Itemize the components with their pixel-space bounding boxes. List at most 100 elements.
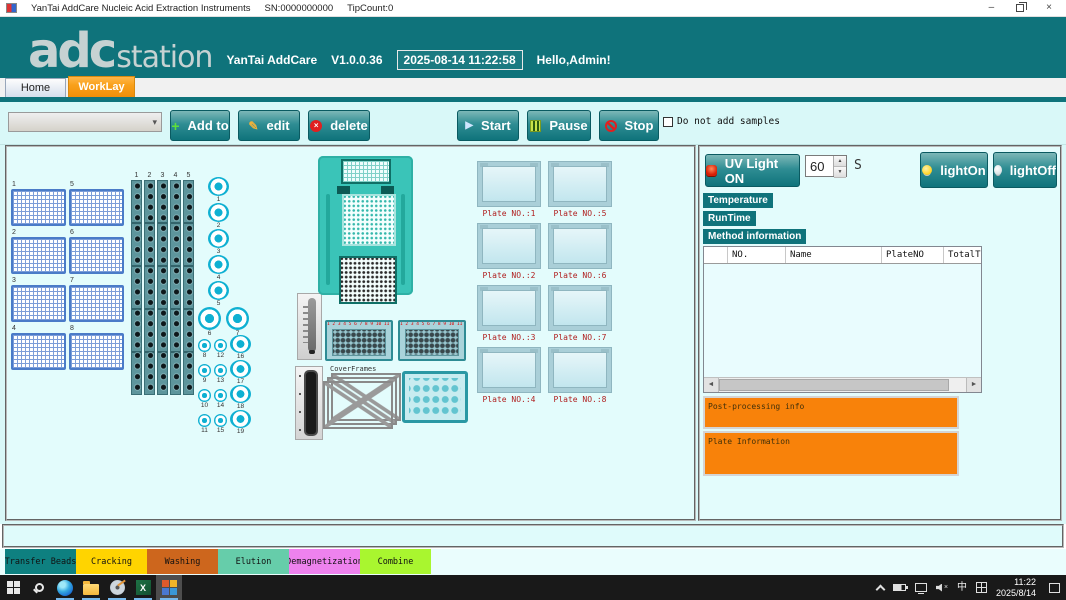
plate-slot[interactable]: Plate NO.:4 [477,347,548,409]
tip-rack[interactable] [157,180,168,395]
position-circle[interactable] [198,389,211,402]
sample-plate[interactable] [11,189,66,226]
close-button[interactable]: × [1046,3,1052,13]
taskbar-adc-app[interactable] [156,575,182,600]
plate-slot-box[interactable] [548,223,612,269]
position-circle[interactable] [208,255,229,274]
position-circle[interactable] [198,307,221,330]
plate-slot[interactable]: Plate NO.:5 [548,161,619,223]
plate-slot-box[interactable] [477,161,541,207]
spinner-down-icon[interactable]: ▼ [834,167,846,178]
maximize-button[interactable] [1016,4,1024,12]
light-on-button[interactable]: lightOn [920,152,988,188]
add-button[interactable]: + Add to [170,110,230,141]
magnet-comb[interactable] [297,293,322,360]
checkbox-box[interactable] [663,117,673,127]
cover-frames-stack[interactable] [323,373,403,431]
tab-home[interactable]: Home [5,78,66,97]
minimize-button[interactable]: – [989,3,995,13]
sample-plate[interactable] [69,285,124,322]
table-hscrollbar[interactable]: ◄ ► [704,377,981,392]
method-dropdown[interactable]: ▾ [8,112,162,132]
position-circle[interactable] [198,364,211,377]
position-circle[interactable] [208,281,229,300]
checkbox-no-samples[interactable]: Do not add samples [663,116,780,127]
taskbar-edge[interactable] [52,575,78,600]
position-circle[interactable] [230,385,251,403]
position-circle[interactable] [214,339,227,352]
scroll-left-icon[interactable]: ◄ [704,378,719,392]
plate-slot[interactable]: Plate NO.:6 [548,223,619,285]
notification-center-icon[interactable] [1049,583,1060,593]
position-circle[interactable] [198,339,211,352]
position-circle[interactable] [230,360,251,378]
position-circle[interactable] [208,203,229,222]
taskbar-app-cd[interactable] [104,575,130,600]
uv-seconds-value[interactable]: 60 [806,156,833,176]
sample-plate[interactable] [69,333,124,370]
plate-slot[interactable]: Plate NO.:2 [477,223,548,285]
position-circle[interactable] [214,389,227,402]
plate-slot[interactable]: Plate NO.:1 [477,161,548,223]
stop-button[interactable]: Stop [599,110,659,141]
plate-slot-box[interactable] [548,285,612,331]
uv-light-button[interactable]: UV Light ON [705,154,800,187]
ime-grid-icon[interactable] [976,582,987,593]
scroll-right-icon[interactable]: ► [966,378,981,392]
position-circle[interactable] [230,410,251,428]
plate-slot-box[interactable] [477,285,541,331]
ime-language-indicator[interactable]: 中 [957,582,967,594]
battery-icon[interactable] [893,584,906,591]
position-circle[interactable] [226,307,249,330]
instrument-top-plate [341,159,391,184]
magnet-slot-module[interactable] [295,366,323,440]
plate-slot-box[interactable] [548,347,612,393]
tip-rack[interactable] [144,180,155,395]
light-off-button[interactable]: lightOff [993,152,1057,188]
start-button[interactable]: ▶ Start [457,110,519,141]
runtime-badge[interactable]: RunTime [703,211,756,226]
tip-rack[interactable] [183,180,194,395]
position-circle[interactable] [214,414,227,427]
volume-muted-icon[interactable]: × [936,583,948,593]
plate-slot[interactable]: Plate NO.:3 [477,285,548,347]
clock[interactable]: 11:22 2025/8/14 [996,577,1036,599]
network-icon[interactable] [915,583,927,592]
scrollbar-thumb[interactable] [719,379,949,391]
delete-button[interactable]: × delete [308,110,370,141]
position-circle[interactable] [208,229,229,248]
well-plate-2[interactable]: 1 2 3 4 5 6 7 8 9 10 11 12 [398,320,466,361]
tip-rack[interactable] [170,180,181,395]
tab-worklay[interactable]: WorkLay [68,76,135,97]
tray-chevron-up-icon[interactable] [876,584,886,594]
position-circle[interactable] [198,414,211,427]
sample-plate[interactable] [11,237,66,274]
plate-slot-box[interactable] [477,347,541,393]
start-menu-button[interactable] [0,575,26,600]
plate-slot[interactable]: Plate NO.:7 [548,285,619,347]
sample-plate[interactable] [69,189,124,226]
taskbar-file-explorer[interactable] [78,575,104,600]
sample-plate[interactable] [11,333,66,370]
temperature-badge[interactable]: Temperature [703,193,773,208]
position-circle[interactable] [230,335,251,353]
plate-slot-box[interactable] [477,223,541,269]
position-number: 8 [203,352,207,359]
well-plate-1[interactable]: 1 2 3 4 5 6 7 8 9 10 11 12 [325,320,393,361]
sample-plate[interactable] [69,237,124,274]
deep-well-plate[interactable] [402,371,468,423]
pause-button[interactable]: Pause [527,110,591,141]
uv-seconds-spinner[interactable]: 60 ▲ ▼ [805,155,847,177]
sample-plate[interactable] [11,285,66,322]
plate-slot-box[interactable] [548,161,612,207]
position-circle[interactable] [214,364,227,377]
edit-button[interactable]: ✎ edit [238,110,300,141]
taskbar-excel[interactable]: X [130,575,156,600]
tip-rack[interactable] [131,180,142,395]
spinner-up-icon[interactable]: ▲ [834,156,846,167]
position-circle[interactable] [208,177,229,196]
search-button[interactable] [26,575,52,600]
instrument-graphic[interactable] [318,156,413,295]
plate-slot[interactable]: Plate NO.:8 [548,347,619,409]
table-body[interactable] [704,264,981,377]
